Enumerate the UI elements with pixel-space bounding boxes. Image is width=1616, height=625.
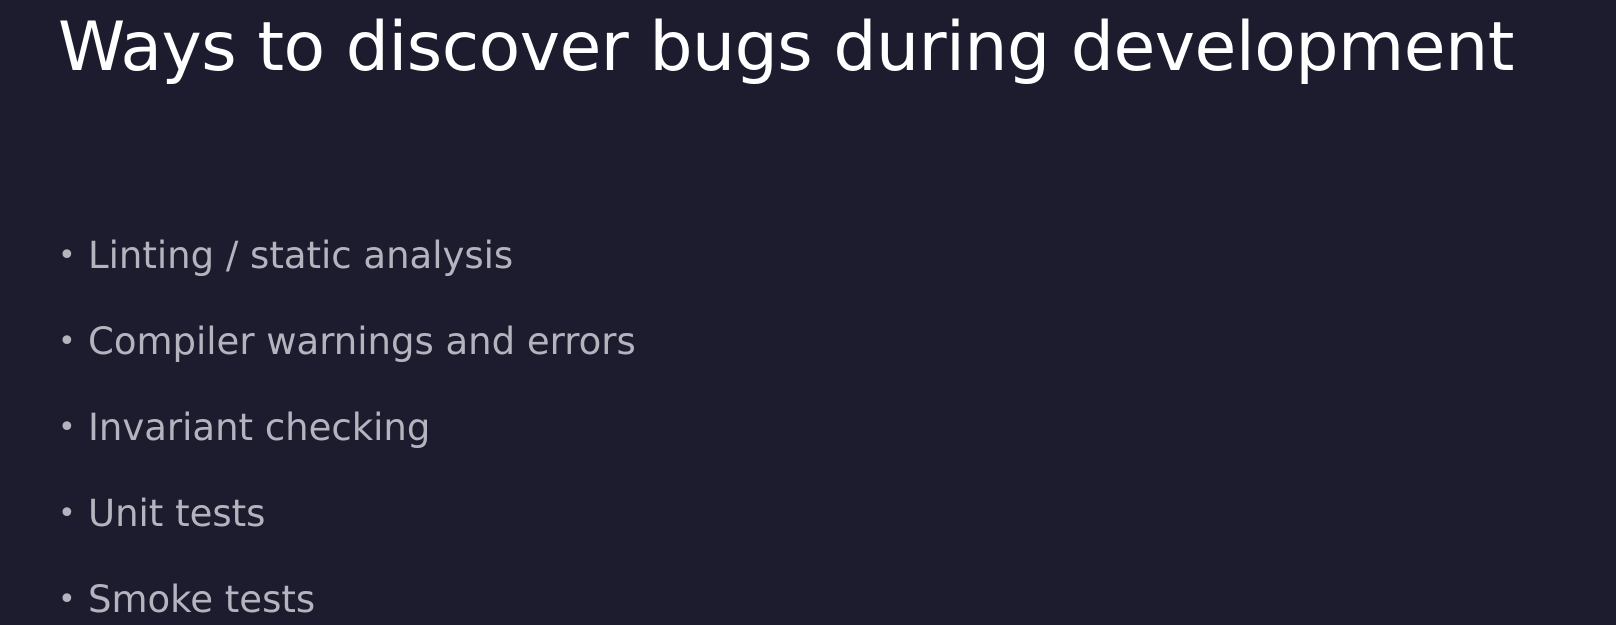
bullet-dot-icon: • <box>58 324 76 359</box>
bullet-item-invariant-checking: • Invariant checking <box>58 385 636 471</box>
bullet-dot-icon: • <box>58 410 76 445</box>
bullet-item-compiler-warnings: • Compiler warnings and errors <box>58 299 636 385</box>
bullet-item-unit-tests: • Unit tests <box>58 471 636 557</box>
bullet-dot-icon: • <box>58 582 76 617</box>
slide-title: Ways to discover bugs during development <box>58 8 1514 87</box>
bullet-item-linting: • Linting / static analysis <box>58 213 636 299</box>
bullet-text: Unit tests <box>88 492 266 535</box>
bullet-text: Invariant checking <box>88 406 431 449</box>
bullet-text: Linting / static analysis <box>88 234 514 277</box>
slide: Ways to discover bugs during development… <box>0 0 1616 625</box>
bullet-text: Smoke tests <box>88 578 316 621</box>
bullet-dot-icon: • <box>58 496 76 531</box>
bullet-dot-icon: • <box>58 238 76 273</box>
bullet-item-smoke-tests: • Smoke tests <box>58 557 636 625</box>
bullet-list: • Linting / static analysis • Compiler w… <box>58 213 636 625</box>
bullet-text: Compiler warnings and errors <box>88 320 636 363</box>
